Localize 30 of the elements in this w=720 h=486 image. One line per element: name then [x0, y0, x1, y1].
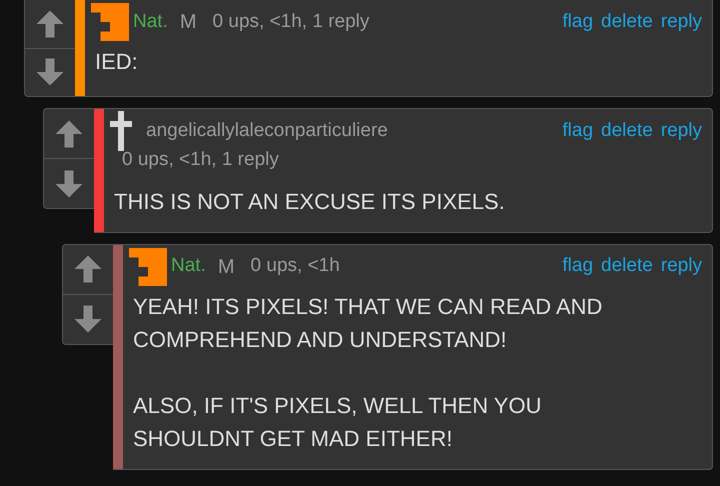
downvote-icon	[35, 57, 65, 88]
username[interactable]: Nat.	[133, 8, 168, 36]
comment-text: IED:	[95, 48, 139, 76]
upvote-icon	[54, 118, 84, 148]
downvote-icon	[73, 304, 103, 334]
comment-meta: 0 ups, <1h, 1 reply	[212, 10, 370, 32]
comment-text: ALSO, IF IT'S PIXELS, WELL THEN YOU SHOULDNT GET MAD EITHER!	[133, 392, 542, 452]
action-link[interactable]: reply	[660, 116, 702, 146]
gender-tag: M	[180, 7, 197, 37]
downvote-icon	[54, 168, 84, 198]
action-link[interactable]: flag	[562, 8, 594, 36]
username[interactable]: Nat.	[171, 252, 206, 281]
cross-icon	[110, 111, 132, 151]
gender-tag: M	[218, 252, 235, 282]
action-link[interactable]: flag	[562, 252, 594, 281]
action-link[interactable]: delete	[601, 8, 653, 36]
comment-meta: 0 ups, <1h	[250, 255, 340, 276]
upvote-icon	[35, 8, 65, 39]
action-link[interactable]: delete	[601, 116, 653, 146]
comment-meta: 0 ups, <1h, 1 reply	[122, 149, 279, 170]
comment-text: YEAH! ITS PIXELS! THAT WE CAN READ AND COMPREHEND AND UNDERSTAND!	[133, 292, 604, 354]
upvote-icon	[73, 254, 103, 284]
action-link[interactable]: flag	[562, 116, 594, 146]
action-link[interactable]: delete	[601, 252, 653, 281]
action-link[interactable]: reply	[660, 252, 702, 281]
username[interactable]: angelicallylaleconparticuliere	[146, 116, 388, 146]
avatar-icon	[129, 248, 167, 286]
comment-text: THIS IS NOT AN EXCUSE ITS PIXELS.	[114, 188, 506, 216]
action-link[interactable]: reply	[660, 8, 702, 36]
avatar-icon	[91, 3, 129, 41]
